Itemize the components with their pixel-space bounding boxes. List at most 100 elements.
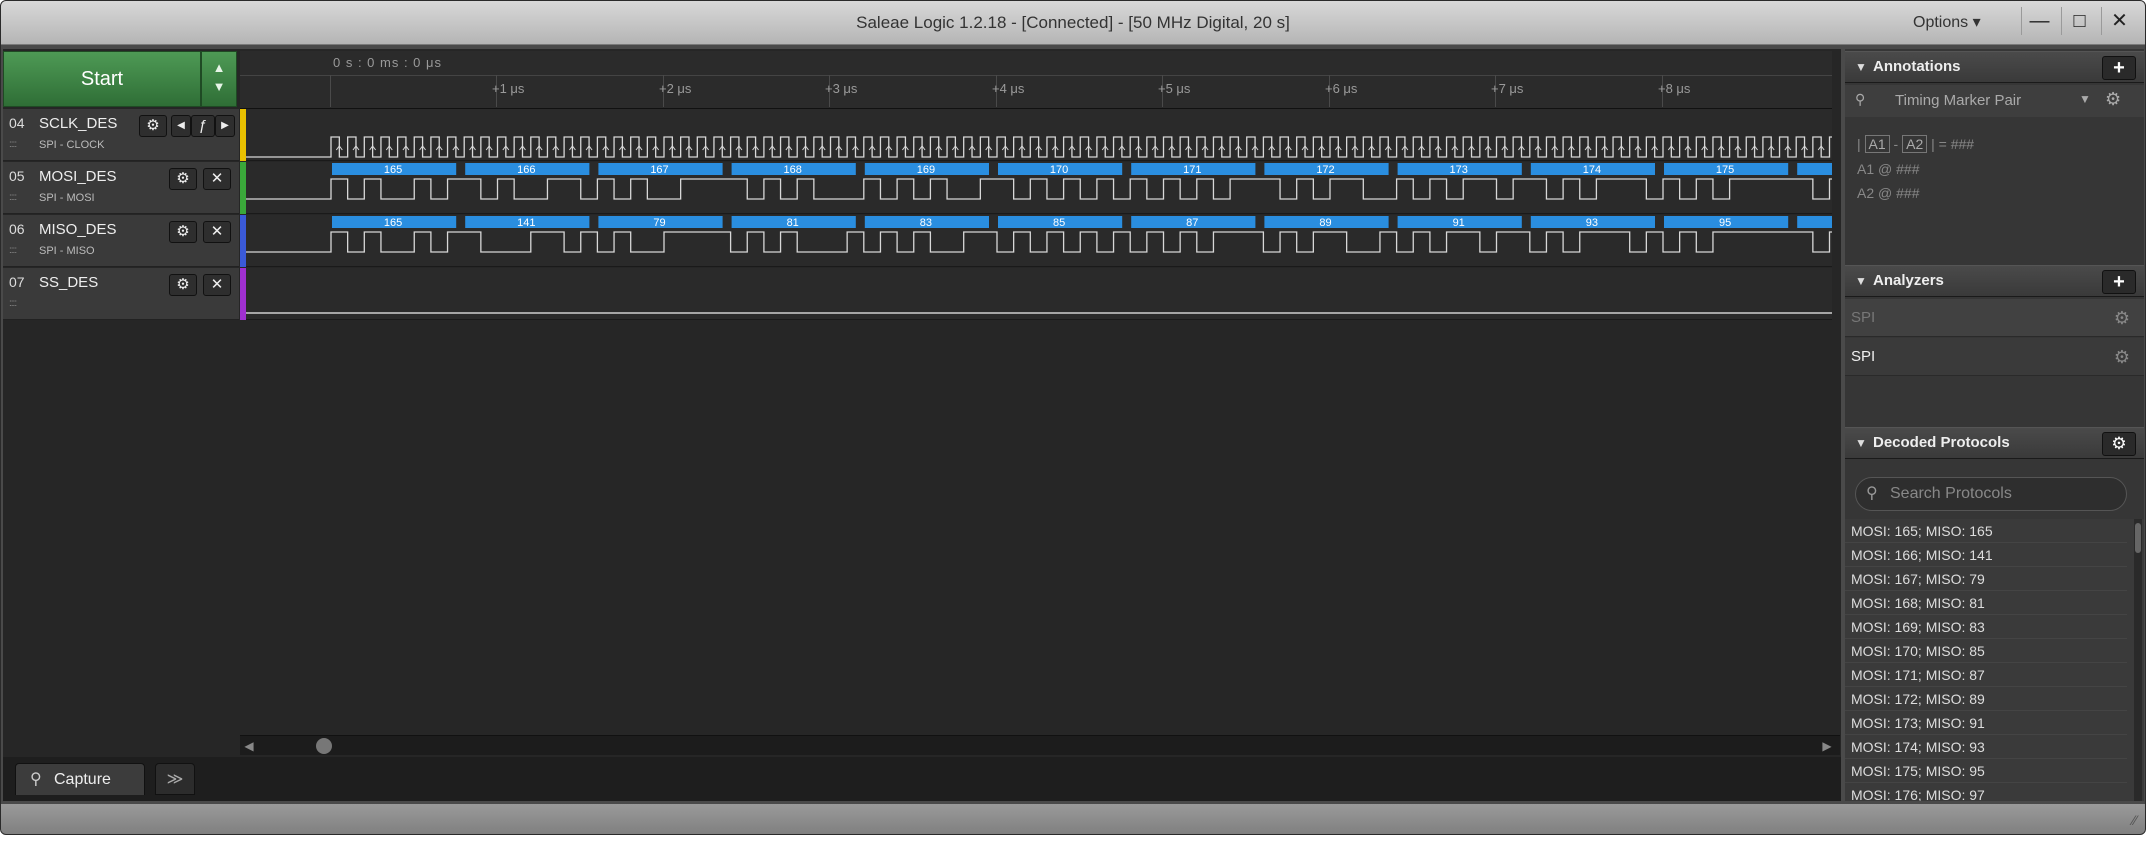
- decoded-value-label: 172: [1316, 164, 1334, 176]
- decoded-protocols-header[interactable]: ▼ Decoded Protocols ⚙: [1845, 427, 2144, 459]
- drag-handle-icon[interactable]: ::::: [9, 192, 17, 203]
- start-options-stepper[interactable]: ▲ ▼: [201, 51, 237, 107]
- ruler-tick-mark: [330, 75, 331, 107]
- list-item[interactable]: MOSI: 170; MISO: 85: [1845, 639, 2127, 663]
- ruler-tick-label: +3 μs: [825, 81, 858, 96]
- search-protocols-input[interactable]: ⚲ Search Protocols: [1855, 477, 2127, 511]
- chevron-up-icon[interactable]: ▲: [202, 60, 236, 75]
- analyzers-title: Analyzers: [1873, 272, 1944, 289]
- decoded-value-label: 165: [384, 164, 402, 176]
- drag-handle-icon[interactable]: ::::: [9, 298, 17, 309]
- options-menu[interactable]: Options ▾: [1913, 12, 1981, 32]
- channel-name[interactable]: SCLK_DES: [39, 115, 117, 132]
- channel-number: 06: [9, 221, 25, 237]
- ruler-tick-label: +6 μs: [1325, 81, 1358, 96]
- decoded-value-label: 169: [917, 164, 935, 176]
- collapse-triangle-icon[interactable]: ▼: [1855, 266, 1867, 296]
- channel-row-sclk[interactable]: 04 SCLK_DES :::: SPI - CLOCK ⚙ ◀ ƒ ▶: [3, 109, 239, 161]
- next-edge-icon[interactable]: ▶: [215, 115, 235, 137]
- delta-bar: |: [1857, 136, 1861, 152]
- scroll-right-icon[interactable]: ▶: [1818, 736, 1836, 756]
- list-item[interactable]: MOSI: 167; MISO: 79: [1845, 567, 2127, 591]
- decoded-value-label: 173: [1450, 164, 1468, 176]
- channel-name[interactable]: MISO_DES: [39, 221, 117, 238]
- start-capture-button[interactable]: Start: [3, 51, 201, 107]
- maximize-button[interactable]: □: [2061, 7, 2097, 35]
- channel-row-mosi[interactable]: 05 MOSI_DES :::: SPI - MOSI ⚙ ✕: [3, 162, 239, 214]
- gear-icon[interactable]: ⚙: [169, 274, 197, 296]
- list-item[interactable]: MOSI: 166; MISO: 141: [1845, 543, 2127, 567]
- mosi-waveform: 165 166 167 168 169 170 171 172 173 174 175: [246, 163, 1832, 200]
- edge-trigger-icon[interactable]: ƒ: [191, 115, 215, 137]
- decoded-value-label: 171: [1183, 164, 1201, 176]
- add-analyzer-button[interactable]: +: [2102, 270, 2136, 294]
- close-window-button[interactable]: ✕: [2101, 7, 2137, 35]
- marker-type-label[interactable]: Timing Marker Pair: [1895, 92, 2021, 109]
- minimize-button[interactable]: —: [2021, 7, 2057, 35]
- gear-icon[interactable]: ⚙: [2105, 89, 2121, 110]
- marker-delta-line: | A1 - A2 | = ###: [1857, 135, 1974, 153]
- time-ruler[interactable]: 0 s : 0 ms : 0 μs +1 μs +2 μs +3 μs +4 μ…: [240, 51, 1832, 109]
- a1-marker-box[interactable]: A1: [1864, 135, 1890, 153]
- scroll-left-icon[interactable]: ◀: [240, 736, 258, 756]
- ruler-tick-label: +4 μs: [992, 81, 1025, 96]
- a2-marker-box[interactable]: A2: [1902, 135, 1928, 153]
- list-item[interactable]: MOSI: 169; MISO: 83: [1845, 615, 2127, 639]
- gear-icon[interactable]: ⚙: [2114, 338, 2130, 376]
- list-item[interactable]: MOSI: 165; MISO: 165: [1845, 519, 2127, 543]
- close-icon[interactable]: ✕: [203, 168, 231, 190]
- delta-separator: -: [1893, 136, 1899, 152]
- scrollbar-thumb[interactable]: [316, 738, 332, 754]
- search-placeholder: Search Protocols: [1890, 485, 2012, 502]
- gear-icon[interactable]: ⚙: [169, 221, 197, 243]
- timing-marker-dropdown[interactable]: ⚲ Timing Marker Pair ▼ ⚙: [1845, 85, 2144, 117]
- gear-icon[interactable]: ⚙: [169, 168, 197, 190]
- more-tabs-button[interactable]: ≫: [155, 763, 195, 795]
- channel-row-ss[interactable]: 07 SS_DES :::: ⚙ ✕: [3, 268, 239, 320]
- list-scrollbar[interactable]: [2134, 519, 2142, 801]
- collapse-triangle-icon[interactable]: ▼: [1855, 428, 1867, 458]
- horizontal-scrollbar[interactable]: ◀ ▶: [240, 735, 1840, 755]
- capture-tab[interactable]: ⚲ Capture: [15, 763, 145, 795]
- clock-waveform: [246, 136, 1832, 158]
- drag-handle-icon[interactable]: ::::: [9, 245, 17, 256]
- channel-name[interactable]: SS_DES: [39, 274, 98, 291]
- gear-icon[interactable]: ⚙: [139, 115, 167, 137]
- channel-subtitle: SPI - MOSI: [39, 192, 95, 204]
- channel-number: 05: [9, 168, 25, 184]
- close-icon[interactable]: ✕: [203, 274, 231, 296]
- gear-icon[interactable]: ⚙: [2114, 299, 2130, 337]
- analyzer-item[interactable]: SPI ⚙: [1845, 338, 2144, 376]
- chevron-down-icon[interactable]: ▼: [202, 79, 236, 94]
- collapse-triangle-icon[interactable]: ▼: [1855, 52, 1867, 82]
- waveform-area[interactable]: 165 166 167 168 169 170 171 172 173 174 175 165 141…: [246, 109, 1832, 320]
- list-item[interactable]: MOSI: 176; MISO: 97: [1845, 783, 2127, 801]
- analyzers-header[interactable]: ▼ Analyzers +: [1845, 265, 2144, 297]
- add-annotation-button[interactable]: +: [2102, 56, 2136, 80]
- prev-edge-icon[interactable]: ◀: [171, 115, 191, 137]
- decoded-value-bubble: [1797, 163, 1832, 175]
- ruler-tick-label: +8 μs: [1658, 81, 1691, 96]
- scrollbar-thumb[interactable]: [2135, 523, 2141, 553]
- list-item[interactable]: MOSI: 168; MISO: 81: [1845, 591, 2127, 615]
- bottom-tab-bar: ⚲ Capture ≫: [3, 757, 1841, 801]
- miso-signal-path: [246, 231, 1832, 253]
- decoded-value-label: 93: [1586, 217, 1598, 229]
- list-item[interactable]: MOSI: 175; MISO: 95: [1845, 759, 2127, 783]
- resize-grip-icon[interactable]: ⁄⁄: [2132, 812, 2137, 828]
- chevron-down-icon[interactable]: ▼: [2079, 92, 2091, 106]
- drag-handle-icon[interactable]: ::::: [9, 139, 17, 150]
- list-item[interactable]: MOSI: 173; MISO: 91: [1845, 711, 2127, 735]
- list-item[interactable]: MOSI: 171; MISO: 87: [1845, 663, 2127, 687]
- list-item[interactable]: MOSI: 174; MISO: 93: [1845, 735, 2127, 759]
- channel-row-miso[interactable]: 06 MISO_DES :::: SPI - MISO ⚙ ✕: [3, 215, 239, 267]
- channel-name[interactable]: MOSI_DES: [39, 168, 117, 185]
- gear-icon[interactable]: ⚙: [2102, 432, 2136, 456]
- analyzer-item[interactable]: SPI ⚙: [1845, 299, 2144, 337]
- right-sidebar: ▼ Annotations + ⚲ Timing Marker Pair ▼ ⚙…: [1845, 49, 2144, 801]
- decoded-protocols-list[interactable]: MOSI: 165; MISO: 165 MOSI: 166; MISO: 14…: [1845, 519, 2144, 801]
- close-icon[interactable]: ✕: [203, 221, 231, 243]
- decoded-value-label: 79: [653, 217, 665, 229]
- annotations-header[interactable]: ▼ Annotations +: [1845, 51, 2144, 83]
- list-item[interactable]: MOSI: 172; MISO: 89: [1845, 687, 2127, 711]
